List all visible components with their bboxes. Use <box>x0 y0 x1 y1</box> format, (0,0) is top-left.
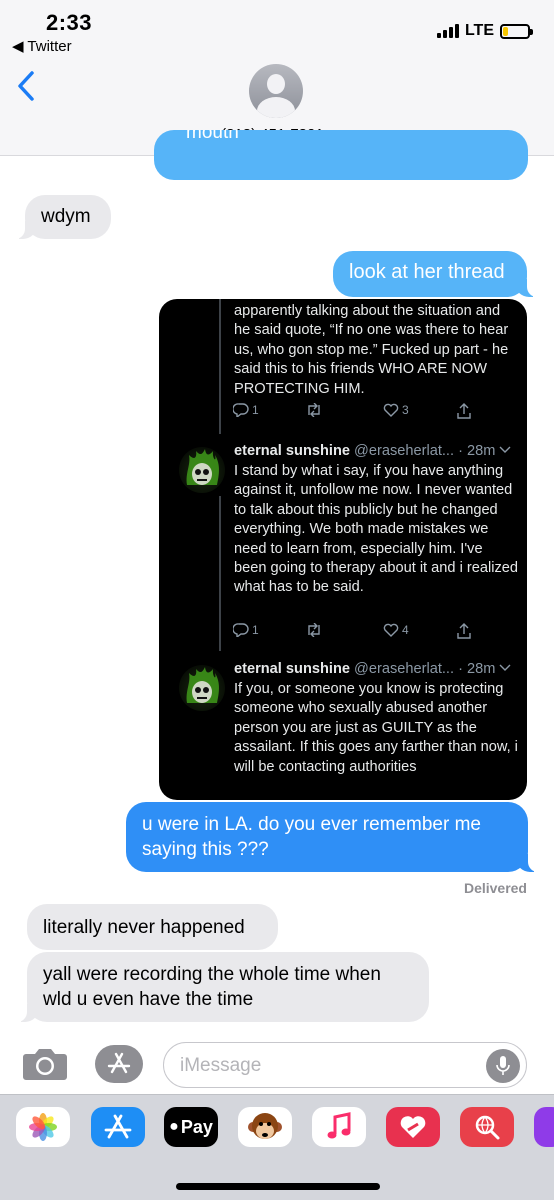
message-bubble-incoming[interactable]: yall were recording the whole time when … <box>17 952 429 1022</box>
tweet-header: eternal sunshine @eraseherlat... · 28m <box>234 442 519 461</box>
app-store-app-button[interactable] <box>91 1107 145 1147</box>
like-action: 3 <box>383 403 409 417</box>
heart-app-icon <box>400 1116 426 1138</box>
retweet-action <box>305 623 326 637</box>
message-bubble-outgoing[interactable]: look at her thread <box>333 251 537 297</box>
app-store-icon <box>107 1052 131 1074</box>
battery-icon <box>500 23 533 39</box>
tweet-avatar <box>179 665 225 711</box>
tweet-text: apparently talking about the situation a… <box>234 303 509 397</box>
message-text: wdym <box>41 206 91 227</box>
message-input-field[interactable] <box>163 1042 527 1088</box>
reply-count: 1 <box>252 623 259 637</box>
status-indicators: LTE <box>436 22 533 40</box>
share-icon <box>457 623 471 639</box>
share-action <box>457 403 471 419</box>
animoji-app-button[interactable] <box>238 1107 292 1147</box>
chevron-down-icon <box>499 446 511 453</box>
music-note-icon <box>327 1112 351 1139</box>
app-store-icon <box>104 1114 132 1139</box>
music-app-button[interactable] <box>312 1107 366 1147</box>
green-flame-skull-icon <box>186 449 219 485</box>
message-text: literally never happened <box>43 917 245 938</box>
tweet-author-handle: @eraseherlat... <box>354 661 455 677</box>
like-action: 4 <box>383 623 409 637</box>
message-bubble-outgoing[interactable]: u were in LA. do you ever remember me sa… <box>126 802 538 872</box>
message-text: yall were recording the whole time when … <box>43 964 381 1010</box>
message-bubble-outgoing[interactable]: mouth <box>154 130 528 180</box>
like-count: 4 <box>402 623 409 637</box>
heart-icon <box>383 623 399 637</box>
message-text: mouth <box>186 130 239 143</box>
retweet-action <box>305 403 326 417</box>
share-icon <box>457 403 471 419</box>
tweet-header: eternal sunshine @eraseherlat... · 28m <box>234 660 519 679</box>
microphone-icon <box>496 1056 510 1075</box>
tweet-actions: 1 4 <box>233 623 483 643</box>
image-attachment-tweet-thread[interactable]: apparently talking about the situation a… <box>159 299 527 800</box>
heart-app-button[interactable] <box>386 1107 440 1147</box>
tweet-author-handle: @eraseherlat... <box>354 443 455 459</box>
share-action <box>457 623 471 639</box>
dictation-button[interactable] <box>486 1049 520 1083</box>
tweet-text: I stand by what i say, if you have anyth… <box>234 463 518 596</box>
thread-line <box>219 496 221 651</box>
status-time: 2:33 <box>46 10 93 35</box>
app-store-button[interactable] <box>95 1045 143 1083</box>
tweet-text: If you, or someone you know is protectin… <box>234 681 518 775</box>
tweet-author-name: eternal sunshine <box>234 443 350 459</box>
back-chevron-icon[interactable] <box>16 70 36 102</box>
contact-avatar[interactable] <box>249 64 303 118</box>
network-label: LTE <box>464 22 494 39</box>
message-text: u were in LA. do you ever remember me sa… <box>142 814 481 860</box>
reply-action: 1 <box>233 623 259 637</box>
apple-pay-app-button[interactable]: ● Pay <box>164 1107 218 1147</box>
apple-logo-icon: ● <box>169 1118 179 1135</box>
retweet-icon <box>308 403 320 417</box>
search-globe-icon <box>475 1115 500 1140</box>
home-indicator[interactable] <box>176 1183 380 1190</box>
cell-signal-icon <box>436 24 459 38</box>
back-to-twitter-link[interactable]: ◀ Twitter <box>12 37 72 55</box>
message-text: look at her thread <box>349 261 505 283</box>
reply-icon <box>233 623 249 637</box>
heart-icon <box>383 403 399 417</box>
retweet-icon <box>308 623 320 637</box>
imessage-input[interactable] <box>180 1052 480 1080</box>
tweet-timestamp: · 28m <box>458 661 496 677</box>
like-count: 3 <box>402 403 409 417</box>
apple-pay-label: Pay <box>180 1116 213 1137</box>
purple-app-button[interactable] <box>534 1107 554 1147</box>
monkey-animoji-icon <box>248 1113 282 1139</box>
thread-line <box>219 299 221 434</box>
reply-count: 1 <box>252 403 259 417</box>
tweet-timestamp: · 28m <box>458 443 496 459</box>
tweet-author-name: eternal sunshine <box>234 661 350 677</box>
message-bubble-incoming[interactable]: literally never happened <box>27 904 278 950</box>
camera-icon[interactable] <box>22 1046 68 1082</box>
delivered-status: Delivered <box>463 880 527 896</box>
message-bubble-incoming[interactable]: wdym <box>15 195 111 239</box>
green-flame-skull-icon <box>186 667 219 703</box>
photos-app-button[interactable] <box>16 1107 70 1147</box>
chevron-down-icon <box>499 664 511 671</box>
tweet-avatar <box>179 447 225 493</box>
photos-icon <box>29 1113 57 1141</box>
search-app-button[interactable] <box>460 1107 514 1147</box>
reply-icon <box>233 403 249 417</box>
reply-action: 1 <box>233 403 259 417</box>
tweet-actions: 1 3 <box>233 403 483 423</box>
